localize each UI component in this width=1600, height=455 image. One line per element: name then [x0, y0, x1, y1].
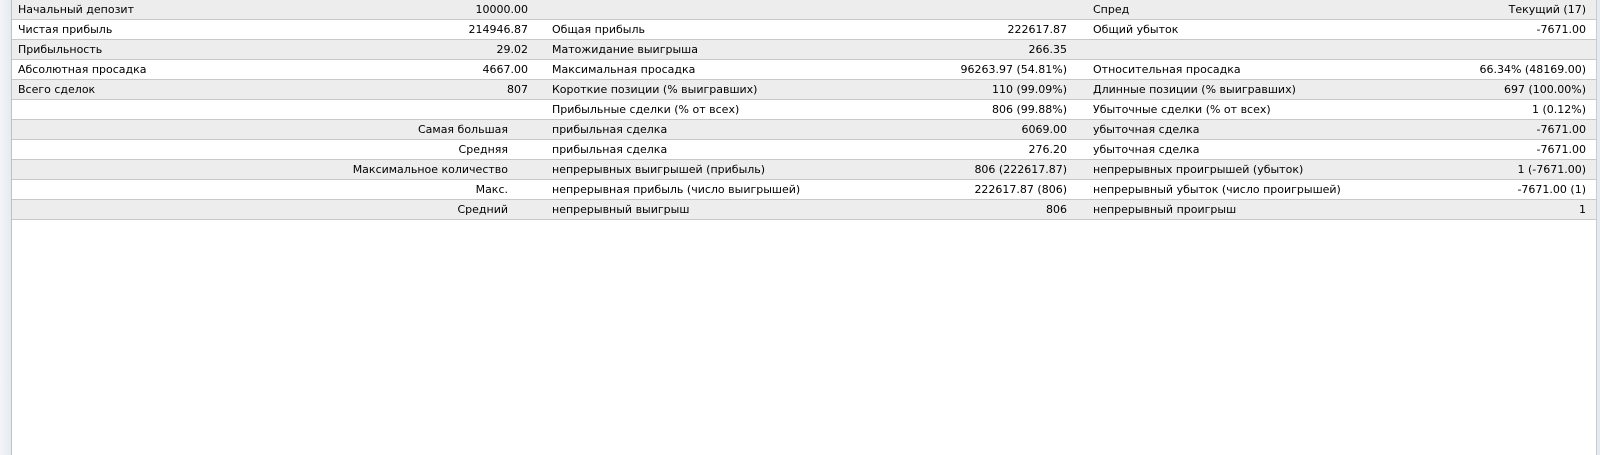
row-label: Всего сделок — [18, 83, 96, 96]
row-label-3: Убыточные сделки (% от всех) — [1093, 103, 1271, 116]
table-row: Макс. непрерывная прибыль (число выигрыш… — [12, 180, 1596, 200]
row-label: Средний — [457, 203, 508, 216]
row-value-2: 222617.87 (806) — [974, 183, 1067, 196]
row-value-2: 110 (99.09%) — [991, 83, 1067, 96]
row-label: Начальный депозит — [18, 3, 134, 16]
row-label: Прибыльность — [18, 43, 103, 56]
row-value-3: 1 — [1579, 203, 1586, 216]
row-label-3: убыточная сделка — [1093, 123, 1200, 136]
row-label-2: Короткие позиции (% выигравших) — [552, 83, 758, 96]
row-value-2: 276.20 — [1028, 143, 1068, 156]
row-value: 214946.87 — [468, 23, 529, 36]
row-value-3: -7671.00 — [1536, 123, 1586, 136]
row-value-3: -7671.00 — [1536, 143, 1586, 156]
row-label-2: непрерывных выигрышей (прибыль) — [552, 163, 766, 176]
row-value-3: 1 (0.12%) — [1531, 103, 1586, 116]
row-value-3: Текущий (17) — [1508, 3, 1586, 16]
row-label-2: Общая прибыль — [552, 23, 645, 36]
scrollbar-edge[interactable] — [1596, 0, 1600, 455]
row-label: Абсолютная просадка — [18, 63, 147, 76]
row-label-3: Длинные позиции (% выигравших) — [1093, 83, 1296, 96]
row-value-2: 6069.00 — [1021, 123, 1068, 136]
row-label-3: непрерывный убыток (число проигрышей) — [1093, 183, 1341, 196]
row-label: Чистая прибыль — [18, 23, 113, 36]
table-row: Всего сделок 807 Короткие позиции (% выи… — [12, 80, 1596, 100]
row-label-2: непрерывная прибыль (число выигрышей) — [552, 183, 801, 196]
row-value-2: 266.35 — [1028, 43, 1068, 56]
row-label-3: Относительная просадка — [1093, 63, 1241, 76]
table-row: Чистая прибыль 214946.87 Общая прибыль 2… — [12, 20, 1596, 40]
report-table: Начальный депозит 10000.00 Спред Текущий… — [12, 0, 1596, 220]
row-label-2: непрерывный выигрыш — [552, 203, 690, 216]
row-value-3: -7671.00 — [1536, 23, 1586, 36]
row-value-3: 66.34% (48169.00) — [1479, 63, 1586, 76]
side-panel-strip: Р — [0, 0, 12, 455]
row-label-2: прибыльная сделка — [552, 123, 668, 136]
row-value-3: 1 (-7671.00) — [1517, 163, 1586, 176]
row-value: 29.02 — [496, 43, 529, 56]
row-label-3: Спред — [1093, 3, 1130, 16]
table-row: Самая большая прибыльная сделка 6069.00 … — [12, 120, 1596, 140]
table-row: Средняя прибыльная сделка 276.20 убыточн… — [12, 140, 1596, 160]
row-label: Самая большая — [417, 123, 508, 136]
row-value-2: 806 — [1046, 203, 1067, 216]
row-label-2: Максимальная просадка — [552, 63, 696, 76]
table-row: Максимальное количество непрерывных выиг… — [12, 160, 1596, 180]
row-label-2: Матожидание выигрыша — [552, 43, 698, 56]
row-value-2: 96263.97 (54.81%) — [960, 63, 1067, 76]
row-label-3: непрерывный проигрыш — [1093, 203, 1237, 216]
side-tab-label[interactable]: Р — [0, 441, 1, 451]
row-label-2: Прибыльные сделки (% от всех) — [552, 103, 740, 116]
row-label-3: Общий убыток — [1093, 23, 1179, 36]
row-value: 4667.00 — [482, 63, 529, 76]
row-label: Средняя — [458, 143, 508, 156]
row-value-2: 806 (99.88%) — [991, 103, 1067, 116]
table-row: Прибыльные сделки (% от всех) 806 (99.88… — [12, 100, 1596, 120]
row-value-2: 222617.87 — [1007, 23, 1068, 36]
table-row: Средний непрерывный выигрыш 806 непрерыв… — [12, 200, 1596, 220]
row-value-2: 806 (222617.87) — [974, 163, 1067, 176]
row-label-3: непрерывных проигрышей (убыток) — [1093, 163, 1304, 176]
table-row: Начальный депозит 10000.00 Спред Текущий… — [12, 0, 1596, 20]
row-value: 807 — [507, 83, 528, 96]
row-label: Максимальное количество — [352, 163, 508, 176]
row-label: Макс. — [475, 183, 508, 196]
row-value: 10000.00 — [475, 3, 529, 16]
row-value-3: 697 (100.00%) — [1503, 83, 1586, 96]
row-value-3: -7671.00 (1) — [1517, 183, 1586, 196]
table-row: Абсолютная просадка 4667.00 Максимальная… — [12, 60, 1596, 80]
table-row: Прибыльность 29.02 Матожидание выигрыша … — [12, 40, 1596, 60]
row-label-2: прибыльная сделка — [552, 143, 668, 156]
row-label-3: убыточная сделка — [1093, 143, 1200, 156]
